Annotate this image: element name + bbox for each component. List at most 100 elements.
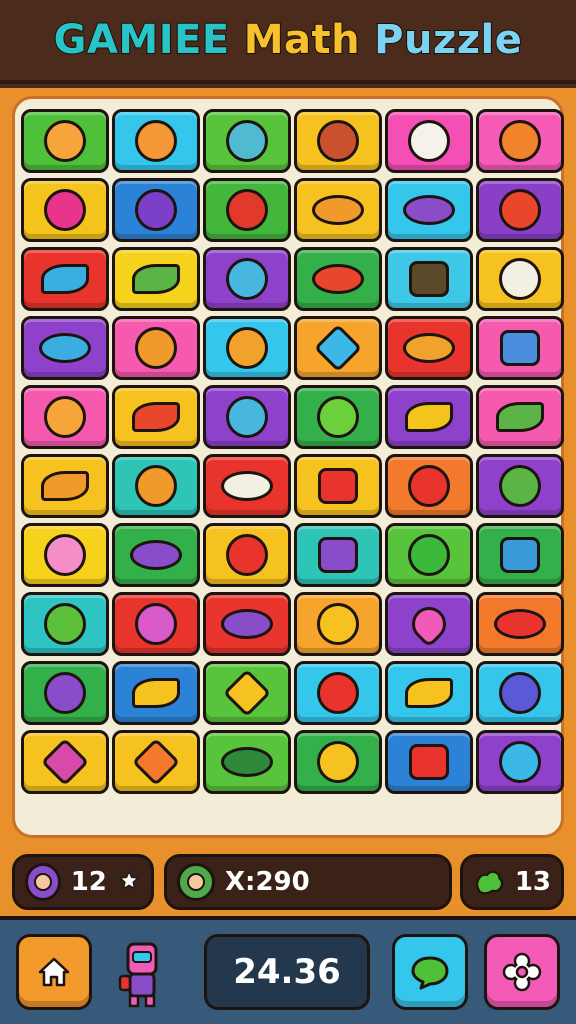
title-word-1: GAMIEE: [53, 16, 231, 64]
tile-r9-c1[interactable]: [21, 661, 109, 725]
ufo-icon: [39, 333, 91, 363]
tile-r7-c2[interactable]: [112, 523, 200, 587]
grape-planet-icon: [130, 540, 182, 570]
tile-r1-c3[interactable]: [203, 109, 291, 173]
tile-r6-c2[interactable]: [112, 454, 200, 518]
tile-r5-c2[interactable]: [112, 385, 200, 449]
cat-face-icon: [226, 258, 268, 300]
tile-r4-c4[interactable]: [294, 316, 382, 380]
tile-r7-c5[interactable]: [385, 523, 473, 587]
frog-face-icon: [44, 603, 86, 645]
tile-r3-c3[interactable]: [203, 247, 291, 311]
tile-r5-c4[interactable]: [294, 385, 382, 449]
crab-icon: [494, 609, 546, 639]
tile-r8-c1[interactable]: [21, 592, 109, 656]
title-bar: GAMIEE Math Puzzle: [0, 0, 576, 84]
tile-r3-c2[interactable]: [112, 247, 200, 311]
tile-r2-c2[interactable]: [112, 178, 200, 242]
slime-face-icon: [317, 396, 359, 438]
tile-r6-c1[interactable]: [21, 454, 109, 518]
crossed-sticks-icon: [409, 744, 449, 780]
tile-r3-c1[interactable]: [21, 247, 109, 311]
title-word-2: Math: [243, 16, 361, 64]
tile-r7-c6[interactable]: [476, 523, 564, 587]
tile-r9-c4[interactable]: [294, 661, 382, 725]
tile-r7-c4[interactable]: [294, 523, 382, 587]
tile-r2-c6[interactable]: [476, 178, 564, 242]
red-lollipop-icon: [317, 672, 359, 714]
flower-gear-icon: [502, 952, 542, 992]
tile-r5-c1[interactable]: [21, 385, 109, 449]
banana-icon: [405, 678, 453, 708]
tile-r8-c3[interactable]: [203, 592, 291, 656]
tile-r2-c3[interactable]: [203, 178, 291, 242]
tile-r6-c3[interactable]: [203, 454, 291, 518]
tile-r4-c5[interactable]: [385, 316, 473, 380]
home-icon: [38, 957, 70, 987]
tile-r8-c4[interactable]: [294, 592, 382, 656]
tile-r10-c6[interactable]: [476, 730, 564, 794]
character-button[interactable]: [112, 934, 172, 1014]
tile-r9-c2[interactable]: [112, 661, 200, 725]
tile-r5-c3[interactable]: [203, 385, 291, 449]
swirl-icon: [499, 465, 541, 507]
chat-button[interactable]: [392, 934, 468, 1010]
tile-r2-c4[interactable]: [294, 178, 382, 242]
spiral-icon: [499, 672, 541, 714]
tile-r10-c1[interactable]: [21, 730, 109, 794]
tile-r4-c3[interactable]: [203, 316, 291, 380]
tile-r4-c1[interactable]: [21, 316, 109, 380]
tile-r2-c5[interactable]: [385, 178, 473, 242]
tile-r10-c2[interactable]: [112, 730, 200, 794]
tile-r9-c6[interactable]: [476, 661, 564, 725]
moves-counter: 12: [12, 854, 154, 910]
tile-r4-c6[interactable]: [476, 316, 564, 380]
tile-r5-c6[interactable]: [476, 385, 564, 449]
corn-icon: [132, 678, 180, 708]
tile-r2-c1[interactable]: [21, 178, 109, 242]
robot-character-icon: [118, 942, 158, 1008]
tile-r9-c3[interactable]: [203, 661, 291, 725]
tile-r1-c4[interactable]: [294, 109, 382, 173]
tile-r5-c5[interactable]: [385, 385, 473, 449]
pepper-icon: [132, 402, 180, 432]
green-blob-icon: [476, 870, 504, 895]
tile-r1-c5[interactable]: [385, 109, 473, 173]
tile-r1-c1[interactable]: [21, 109, 109, 173]
tile-r8-c5[interactable]: [385, 592, 473, 656]
tile-r7-c1[interactable]: [21, 523, 109, 587]
saucer-icon: [221, 609, 273, 639]
tile-r3-c5[interactable]: [385, 247, 473, 311]
score-display: X:290: [164, 854, 452, 910]
tile-r1-c2[interactable]: [112, 109, 200, 173]
tile-grid: [21, 109, 564, 794]
tile-r10-c3[interactable]: [203, 730, 291, 794]
tile-r6-c4[interactable]: [294, 454, 382, 518]
fox-face-icon: [135, 327, 177, 369]
tile-r1-c6[interactable]: [476, 109, 564, 173]
apple-icon: [226, 189, 268, 231]
owl-face-icon: [499, 120, 541, 162]
tile-r10-c5[interactable]: [385, 730, 473, 794]
speech-bubble-icon: [411, 956, 449, 990]
tile-r8-c6[interactable]: [476, 592, 564, 656]
tile-r8-c2[interactable]: [112, 592, 200, 656]
ring-icon: [499, 741, 541, 783]
tile-r10-c4[interactable]: [294, 730, 382, 794]
tile-r7-c3[interactable]: [203, 523, 291, 587]
green-leaf-icon: [496, 402, 544, 432]
clock-bomb-icon: [226, 534, 268, 576]
settings-button[interactable]: [484, 934, 560, 1010]
tile-r9-c5[interactable]: [385, 661, 473, 725]
home-button[interactable]: [16, 934, 92, 1010]
tile-r4-c2[interactable]: [112, 316, 200, 380]
turtle-icon: [221, 747, 273, 777]
tile-r3-c6[interactable]: [476, 247, 564, 311]
score-text: X:290: [225, 867, 310, 897]
grape-lollipop-icon: [44, 672, 86, 714]
board-frame: [0, 88, 576, 848]
tile-r6-c5[interactable]: [385, 454, 473, 518]
taco-icon: [403, 333, 455, 363]
tile-r6-c6[interactable]: [476, 454, 564, 518]
tile-r3-c4[interactable]: [294, 247, 382, 311]
